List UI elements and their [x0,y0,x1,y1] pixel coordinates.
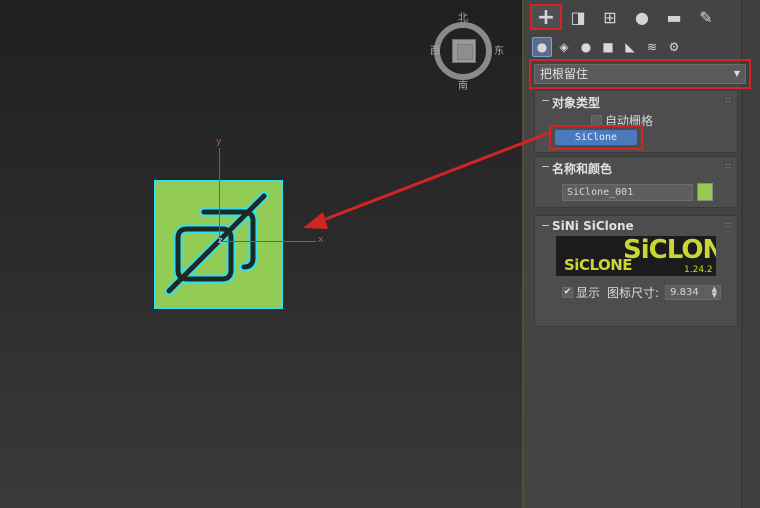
compass-west-label[interactable]: 西 [430,47,440,57]
name-color-title: 名称和颜色 [552,162,613,176]
compass-south-label[interactable]: 南 [458,82,468,92]
drag-handle-icon[interactable] [725,222,731,228]
category-dropdown-value: 把根留住 [540,67,589,81]
compass-north-label[interactable]: 北 [458,14,468,24]
geometry-icon: ● [536,40,548,54]
modify-tab[interactable]: ◨ [562,4,594,30]
utilities-tab[interactable]: ✎ [690,4,722,30]
create-category-tabs: ● ◈ ● ■ ◣ ≋ ⚙ [532,37,684,57]
spinner-arrows-icon[interactable]: ▲ ▼ [712,286,717,299]
systems-tab[interactable]: ⚙ [664,37,684,57]
object-type-title: 对象类型 [552,96,601,110]
space-warps-icon: ≋ [646,40,658,54]
hierarchy-icon: ⊞ [603,7,617,27]
siclone-button-highlight: SiClone [549,125,643,150]
z-axis-label: z [218,236,223,246]
hierarchy-tab[interactable]: ⊞ [594,4,626,30]
helpers-tab[interactable]: ◣ [620,37,640,57]
display-icon: ▬ [666,7,682,27]
object-name-field[interactable]: SiClone_001 [562,184,693,201]
y-axis-label: y [216,137,222,147]
show-label: 显示 [576,286,601,300]
category-dropdown[interactable]: 把根留住 ▼ [534,64,746,84]
siclone-button[interactable]: SiClone [555,130,637,145]
icon-size-value: 9.834 [670,287,699,298]
command-panel-tabs: + ◨ ⊞ ● ▬ ✎ [530,4,722,30]
icon-size-label: 图标尺寸: [607,286,660,300]
name-color-rollout: − 名称和颜色 SiClone_001 [534,156,738,208]
systems-icon: ⚙ [668,40,680,54]
object-color-swatch[interactable] [697,183,713,201]
helpers-icon: ◣ [625,40,635,54]
y-axis-line [219,148,220,242]
siclone-rollout: − SiNi SiClone SiCLONE SiCLONE 1.24.2 ✔ … [534,215,738,327]
create-tab[interactable]: + [530,4,562,30]
drag-handle-icon[interactable] [725,97,731,103]
collapse-icon: − [541,219,551,232]
shapes-tab[interactable]: ◈ [554,37,574,57]
compass-east-label[interactable]: 东 [494,47,504,57]
utilities-wrench-icon: ✎ [699,7,713,27]
motion-icon: ● [635,7,649,27]
space-warps-tab[interactable]: ≋ [642,37,662,57]
siclone-logo-big-text: SiCLONE [623,236,716,265]
siclone-rollout-title: SiNi SiClone [552,219,634,233]
icon-size-spinner[interactable]: 9.834 ▲ ▼ [665,285,722,300]
object-type-rollout-header[interactable]: − 对象类型 [535,91,737,111]
geometry-tab[interactable]: ● [532,37,552,57]
siclone-rollout-header[interactable]: − SiNi SiClone [535,216,737,236]
lights-tab[interactable]: ● [576,37,596,57]
display-tab[interactable]: ▬ [658,4,690,30]
shapes-icon: ◈ [559,40,569,54]
x-axis-label: x [318,235,324,245]
siclone-logo: SiCLONE SiCLONE 1.24.2 [556,236,716,276]
motion-tab[interactable]: ● [626,4,658,30]
cameras-tab[interactable]: ■ [598,37,618,57]
show-checkbox[interactable]: ✔ [562,287,573,298]
siclone-logo-small-text: SiCLONE [564,256,633,274]
name-color-rollout-header[interactable]: − 名称和颜色 [535,157,737,177]
drag-handle-icon[interactable] [725,163,731,169]
category-dropdown-highlight: 把根留住 ▼ [529,59,751,89]
collapse-icon: − [541,160,551,173]
viewcube[interactable]: 北 南 西 东 [428,12,506,94]
x-axis-line [220,241,316,242]
cameras-icon: ■ [602,40,614,54]
modify-icon: ◨ [570,7,586,27]
perspective-viewport[interactable]: 北 南 西 东 x y z [0,0,522,508]
object-type-rollout: − 对象类型 自动栅格 SiClone [534,90,738,153]
siclone-version: 1.24.2 [684,265,713,275]
lights-icon: ● [580,40,592,54]
create-plus-icon: + [536,4,556,30]
collapse-icon: − [541,94,551,107]
chevron-down-icon: ▼ [733,69,740,78]
viewcube-cube[interactable] [452,39,476,63]
viewcube-top-face[interactable] [457,44,473,60]
show-icon-size-row: ✔ 显示 图标尺寸: 9.834 ▲ ▼ [562,284,722,301]
